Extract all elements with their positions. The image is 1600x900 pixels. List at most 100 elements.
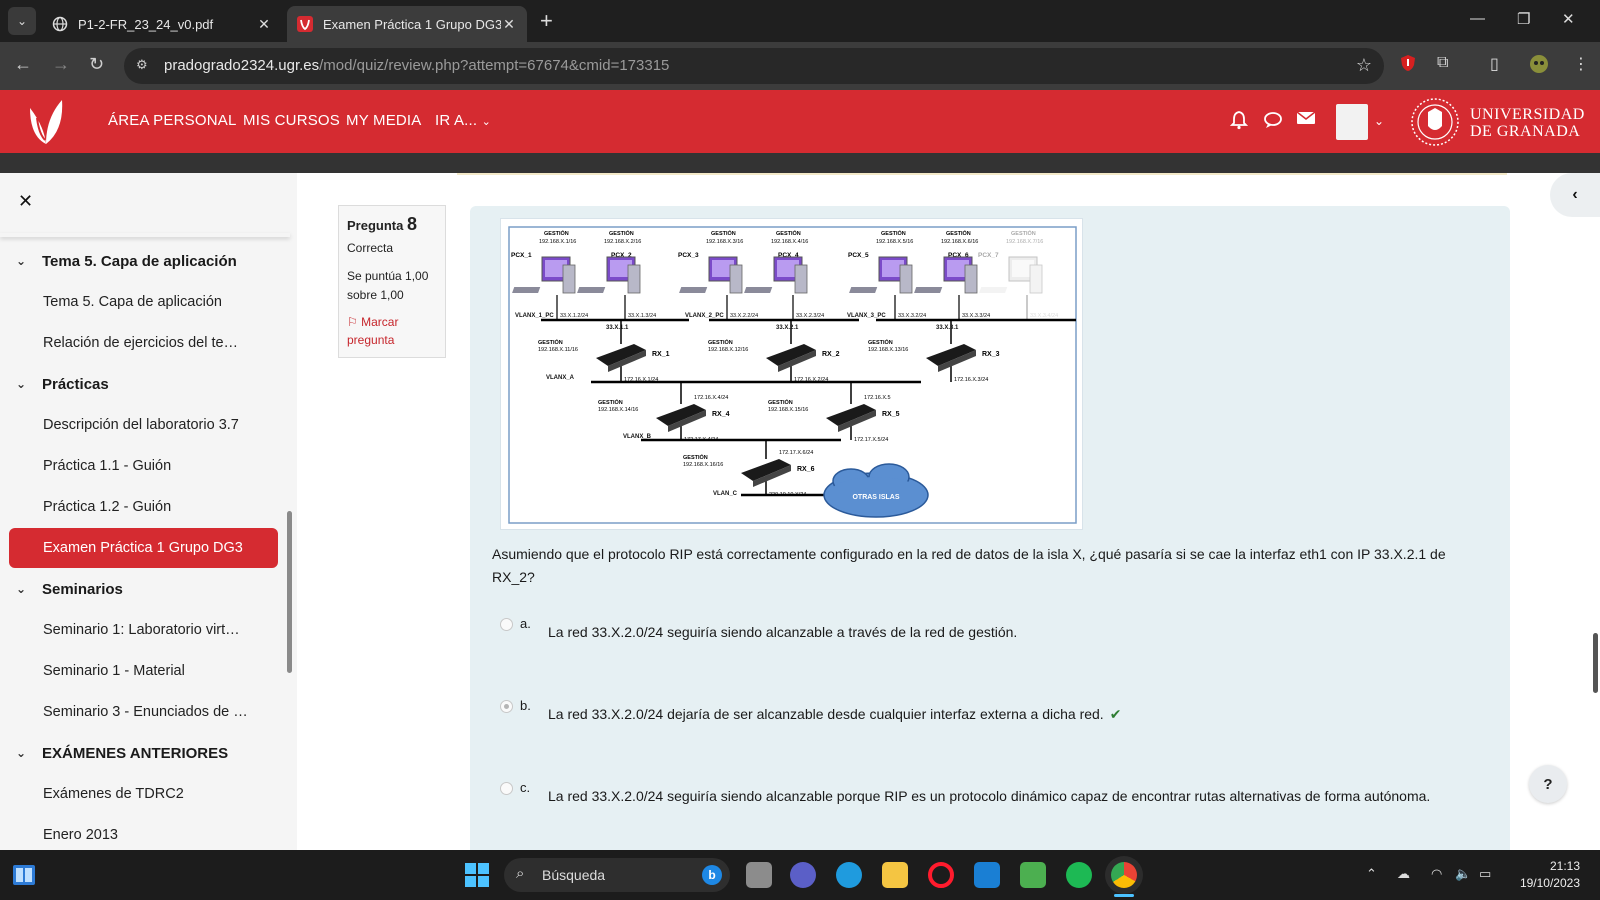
sidebar-item-relacion-ejercicios[interactable]: Relación de ejercicios del te… [0,323,286,363]
svg-text:192.168.X.14/16: 192.168.X.14/16 [598,407,638,413]
svg-text:VLANX_A: VLANX_A [546,375,575,381]
volume-muted-icon[interactable]: 🔈 [1455,866,1471,882]
sidebar-item-practica-1-1[interactable]: Práctica 1.1 - Guión [0,446,286,486]
svg-text:33.X.2.3/24: 33.X.2.3/24 [796,313,824,319]
sidebar-item-seminario-1-lab[interactable]: Seminario 1: Laboratorio virt… [0,610,286,650]
window-close-icon[interactable]: ✕ [1562,10,1575,28]
browser-menu-icon[interactable]: ⋮ [1573,54,1589,74]
task-view-widget-icon[interactable] [12,864,36,886]
header-dark-strip [0,153,1600,173]
wifi-icon[interactable]: ◠ [1431,866,1442,882]
nav-my-media[interactable]: MY MEDIA [346,112,422,129]
address-bar[interactable]: ⚙ pradogrado2324.ugr.es/mod/quiz/review.… [124,48,1384,84]
chevron-down-icon[interactable]: ⌄ [0,746,42,760]
windows-start-icon[interactable] [464,862,490,888]
svg-text:172.16.X.2/24: 172.16.X.2/24 [794,377,828,383]
notifications-bell-icon[interactable] [1229,110,1249,135]
sidebar-item-seminario-3[interactable]: Seminario 3 - Enunciados de … [0,692,286,732]
university-logo[interactable]: UNIVERSIDAD DE GRANADA [1408,96,1598,148]
messages-chat-icon[interactable] [1263,110,1283,135]
tab-close-icon[interactable]: ✕ [501,16,517,33]
tab-exam[interactable]: Examen Práctica 1 Grupo DG3: ✕ [287,6,527,42]
extension-shield-icon[interactable] [1400,54,1416,77]
cloud-label: OTRAS ISLAS [852,494,899,501]
sidebar-section-seminarios[interactable]: ⌄ Seminarios [0,569,286,609]
sidebar-item-enero-2013[interactable]: Enero 2013 [0,815,286,850]
side-panel-icon[interactable]: ▯ [1490,54,1499,74]
tab-close-icon[interactable]: ✕ [256,16,272,33]
opera-icon[interactable] [928,862,954,888]
site-settings-icon[interactable]: ⚙ [136,57,154,75]
tray-chevron-up-icon[interactable]: ⌃ [1366,866,1377,882]
back-icon[interactable]: ← [14,54,32,75]
university-name: UNIVERSIDAD DE GRANADA [1470,106,1585,140]
svg-text:172.16.X.5: 172.16.X.5 [864,395,891,401]
svg-text:RX_2: RX_2 [822,351,840,358]
svg-text:33.X.1.3/24: 33.X.1.3/24 [628,313,656,319]
question-info-box: Pregunta 8 Correcta Se puntúa 1,00 sobre… [338,205,446,358]
sidebar-item-examen-practica-active[interactable]: Examen Práctica 1 Grupo DG3 [9,528,278,568]
sidebar-section-examenes-anteriores[interactable]: ⌄ EXÁMENES ANTERIORES [0,733,286,773]
sidebar-section-practicas[interactable]: ⌄ Prácticas [0,364,286,404]
sidebar-item-descripcion-laboratorio[interactable]: Descripción del laboratorio 3.7 [0,405,286,445]
sidebar-item-practica-1-2[interactable]: Práctica 1.2 - Guión [0,487,286,527]
open-block-drawer-chevron-left-icon[interactable]: ‹ [1550,173,1600,217]
answer-radio[interactable] [500,782,513,795]
help-question-mark-icon[interactable]: ? [1529,765,1567,803]
restore-icon[interactable]: ❐ [1517,10,1530,28]
forward-icon[interactable]: → [52,54,70,75]
sidebar-section-tema5[interactable]: ⌄ Tema 5. Capa de aplicación [0,241,286,281]
svg-text:192.168.X.12/16: 192.168.X.12/16 [708,347,748,353]
flag-question-button[interactable]: ⚐ Marcar pregunta [347,313,437,349]
nav-area-personal[interactable]: ÁREA PERSONAL [108,112,236,129]
answer-radio-selected[interactable] [500,700,513,713]
taskbar-clock[interactable]: 21:13 19/10/2023 [1510,858,1580,892]
close-drawer-icon[interactable]: ✕ [18,191,33,212]
svg-text:VLAN_C: VLAN_C [713,491,738,497]
nav-ir-a[interactable]: IR A... ⌄ [435,112,491,129]
svg-text:192.168.X.5/16: 192.168.X.5/16 [876,239,913,245]
chevron-down-icon[interactable]: ⌄ [0,582,42,596]
sidebar-scrollbar[interactable] [287,511,292,673]
svg-text:RX_3: RX_3 [982,351,1000,358]
task-view-icon[interactable] [746,862,772,888]
mail-envelope-icon[interactable] [1296,110,1316,131]
onedrive-cloud-icon[interactable]: ☁ [1397,866,1410,882]
user-avatar[interactable] [1336,104,1368,140]
svg-text:33.X.2.2/24: 33.X.2.2/24 [730,313,758,319]
profile-avatar-icon[interactable] [1529,54,1549,79]
spotify-icon[interactable] [1066,862,1092,888]
mail-app-icon[interactable] [974,862,1000,888]
svg-text:RX_1: RX_1 [652,351,670,358]
chrome-icon[interactable] [1111,862,1137,888]
nav-mis-cursos[interactable]: MIS CURSOS [243,112,340,129]
minimize-icon[interactable]: — [1470,10,1485,27]
sidebar-item-tema5[interactable]: Tema 5. Capa de aplicación [0,282,286,322]
svg-text:33.X.1.2/24: 33.X.1.2/24 [560,313,588,319]
teams-chat-icon[interactable] [790,862,816,888]
tab-pdf[interactable]: P1-2-FR_23_24_v0.pdf ✕ [42,6,282,42]
reload-icon[interactable]: ↻ [89,54,104,75]
bing-icon: b [702,865,722,885]
svg-text:192.168.X.7/16: 192.168.X.7/16 [1006,239,1043,245]
chevron-down-icon[interactable]: ⌄ [0,254,42,268]
question-text: Asumiendo que el protocolo RIP está corr… [492,546,1446,585]
user-menu-chevron-icon[interactable]: ⌄ [1374,114,1384,128]
page-scrollbar[interactable] [1593,633,1598,693]
bookmark-star-icon[interactable]: ☆ [1356,55,1372,76]
battery-icon[interactable]: ▭ [1479,866,1491,882]
chevron-down-icon[interactable]: ⌄ [0,377,42,391]
tab-search-chevron-icon[interactable]: ⌄ [8,7,36,35]
svg-text:192.168.X.15/16: 192.168.X.15/16 [768,407,808,413]
prado-logo-icon[interactable] [24,96,68,148]
minecraft-icon[interactable] [1020,862,1046,888]
extensions-puzzle-icon[interactable]: ⧉ [1437,54,1448,72]
sidebar-item-seminario-1-material[interactable]: Seminario 1 - Material [0,651,286,691]
new-tab-icon[interactable]: + [540,9,553,33]
svg-text:192.168.X.6/16: 192.168.X.6/16 [941,239,978,245]
taskbar-search-box[interactable]: ⌕ Búsqueda b [504,858,730,892]
sidebar-item-examenes-tdrc2[interactable]: Exámenes de TDRC2 [0,774,286,814]
file-explorer-icon[interactable] [882,862,908,888]
edge-browser-icon[interactable] [836,862,862,888]
answer-radio[interactable] [500,618,513,631]
